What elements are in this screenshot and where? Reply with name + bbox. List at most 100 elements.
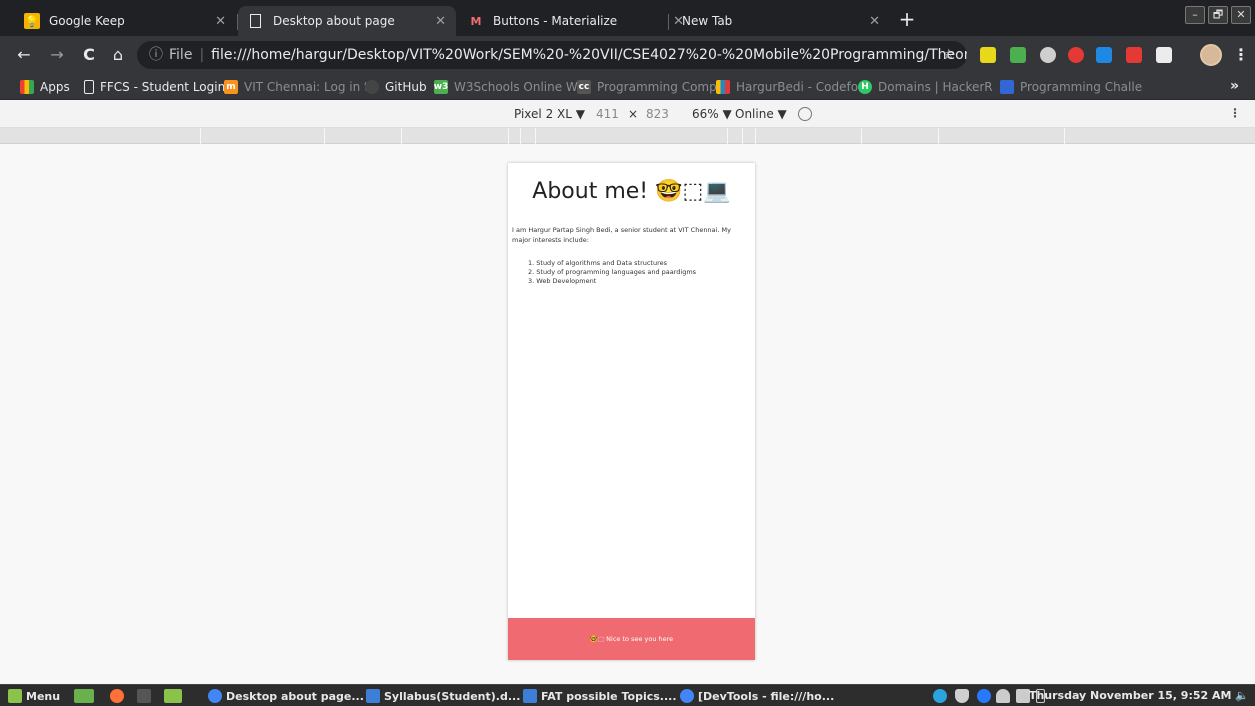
url-text: file:///home/hargur/Desktop/VIT%20Work/S…: [211, 47, 967, 63]
tab-buttons-materialize[interactable]: M Buttons - Materialize ✕: [458, 6, 694, 36]
close-window-button[interactable]: ✕: [1231, 6, 1251, 24]
list-item: 3. Web Development: [528, 276, 597, 285]
volume-icon[interactable]: 🔈: [1235, 689, 1249, 702]
taskbar-app-label: [DevTools - file:///ho...: [698, 689, 835, 703]
bookmark-apps[interactable]: Apps: [20, 78, 70, 96]
bookmark-label: W3Schools Online W: [454, 80, 578, 94]
file-icon: [250, 14, 261, 28]
extension-5-icon[interactable]: [1096, 47, 1112, 63]
device-width-input[interactable]: 411: [596, 107, 619, 121]
home-button[interactable]: ⌂: [108, 45, 128, 65]
chrome-icon: [680, 689, 694, 703]
reload-button[interactable]: C: [79, 45, 99, 65]
device-viewport: About me! 🤓⬚💻 I am Hargur Partap Singh B…: [0, 144, 1255, 684]
bookmark-label: Programming Comp: [597, 80, 717, 94]
bookmark-programming-comp[interactable]: cc Programming Comp: [577, 78, 717, 96]
browser-toolbar: ← → C ⌂ ⓘ File | file:///home/hargur/Deskto…: [0, 36, 1255, 74]
chrome-menu-button[interactable]: ⋮: [1233, 45, 1249, 64]
tab-title: Google Keep: [49, 14, 125, 28]
extension-2-icon[interactable]: [1010, 47, 1026, 63]
bookmarks-overflow-button[interactable]: »: [1230, 78, 1239, 94]
back-button[interactable]: ←: [14, 45, 34, 65]
keep-icon: 💡: [24, 13, 40, 29]
page-icon: [84, 80, 94, 94]
doc-icon: [523, 689, 537, 703]
device-toolbar-menu-button[interactable]: ⋮: [1229, 106, 1241, 120]
media-query-ruler[interactable]: [0, 128, 1255, 144]
taskbar-app-fat-topics[interactable]: FAT possible Topics....: [523, 688, 677, 704]
bookmark-label: VIT Chennai: Log in t: [244, 80, 369, 94]
network-throttle-select[interactable]: Online ▼: [735, 107, 787, 121]
zoom-select[interactable]: 66% ▼: [692, 107, 732, 121]
tab-google-keep[interactable]: 💡 Google Keep ✕: [14, 6, 236, 36]
page-blue-icon: [1000, 80, 1014, 94]
address-bar[interactable]: ⓘ File | file:///home/hargur/Desktop/VIT%20…: [137, 41, 967, 69]
close-tab-icon[interactable]: ✕: [215, 14, 226, 29]
clock[interactable]: Thursday November 15, 9:52 AM 🔈: [1029, 689, 1249, 702]
chrome-icon: [208, 689, 222, 703]
network-icon: [1016, 689, 1030, 703]
bookmark-hackerrank[interactable]: H Domains | HackerR: [858, 78, 993, 96]
launcher-firefox[interactable]: [110, 688, 128, 704]
bookmark-star-icon[interactable]: ☆: [942, 41, 955, 69]
tab-desktop-about-page[interactable]: Desktop about page ✕: [238, 6, 456, 36]
codeforces-icon: [716, 80, 730, 94]
close-tab-icon[interactable]: ✕: [435, 14, 446, 29]
profile-avatar[interactable]: [1200, 44, 1222, 66]
list-item: 1. Study of algorithms and Data structur…: [528, 259, 668, 267]
start-menu-button[interactable]: Menu: [8, 688, 60, 704]
intro-text: I am Hargur Partap Singh Bedi, a senior …: [512, 226, 731, 244]
tray-shield[interactable]: [955, 688, 973, 704]
tray-user[interactable]: [996, 688, 1014, 704]
cc-icon: cc: [577, 80, 591, 94]
new-tab-button[interactable]: +: [896, 9, 918, 31]
interests-list: 1. Study of algorithms and Data structur…: [528, 259, 753, 285]
bookmark-label: GitHub: [385, 80, 427, 94]
rotate-icon[interactable]: [798, 107, 812, 121]
restore-button[interactable]: 🗗: [1208, 6, 1228, 24]
bookmark-w3schools[interactable]: w3 W3Schools Online W: [434, 78, 578, 96]
launcher-terminal[interactable]: [137, 688, 155, 704]
device-height-input[interactable]: 823: [646, 107, 669, 121]
menu-label: Menu: [26, 689, 61, 703]
extension-4-icon[interactable]: [1068, 47, 1084, 63]
bookmark-label: Apps: [40, 80, 70, 94]
terminal-icon: [137, 689, 151, 703]
taskbar-app-syllabus[interactable]: Syllabus(Student).d...: [366, 688, 520, 704]
device-select[interactable]: Pixel 2 XL ▼: [514, 107, 585, 121]
mobile-page: About me! 🤓⬚💻 I am Hargur Partap Singh B…: [508, 163, 755, 660]
folder-icon: [164, 689, 182, 703]
taskbar-app-desktop-about[interactable]: Desktop about page...: [208, 688, 364, 704]
bookmark-programming-challenges[interactable]: Programming Challe: [1000, 78, 1142, 96]
tab-title: Buttons - Materialize: [493, 14, 618, 28]
bookmark-codeforces[interactable]: HargurBedi - Codefo: [716, 78, 858, 96]
extension-6-icon[interactable]: [1126, 47, 1142, 63]
bookmark-vit-chennai[interactable]: m VIT Chennai: Log in t: [224, 78, 369, 96]
tray-telegram[interactable]: [933, 688, 951, 704]
forward-button[interactable]: →: [47, 45, 67, 65]
bluetooth-icon: [977, 689, 991, 703]
doc-icon: [366, 689, 380, 703]
launcher-files[interactable]: [164, 688, 186, 704]
tray-bluetooth[interactable]: [977, 688, 995, 704]
os-taskbar: Menu Desktop about page... Syllabus(Stud…: [0, 684, 1255, 706]
moodle-icon: m: [224, 80, 238, 94]
info-icon[interactable]: ⓘ: [149, 47, 163, 63]
apps-grid-icon: [20, 80, 34, 94]
firefox-icon: [110, 689, 124, 703]
show-desktop-button[interactable]: [74, 688, 98, 704]
extension-3-icon[interactable]: [1040, 47, 1056, 63]
bookmark-ffcs[interactable]: FFCS - Student Login: [84, 78, 225, 96]
w3schools-icon: w3: [433, 80, 449, 94]
page-footer: 🤓⬚ Nice to see you here: [508, 618, 755, 660]
minimize-button[interactable]: –: [1185, 6, 1205, 24]
tab-new-tab[interactable]: New Tab ✕: [672, 6, 890, 36]
close-tab-icon[interactable]: ✕: [869, 14, 880, 29]
materialize-icon: M: [470, 14, 482, 28]
tab-title: New Tab: [682, 14, 733, 28]
extension-1-icon[interactable]: [980, 47, 996, 63]
taskbar-app-devtools[interactable]: [DevTools - file:///ho...: [680, 688, 834, 704]
tab-title: Desktop about page: [273, 14, 395, 28]
extension-7-icon[interactable]: [1156, 47, 1172, 63]
bookmark-github[interactable]: GitHub: [365, 78, 427, 96]
